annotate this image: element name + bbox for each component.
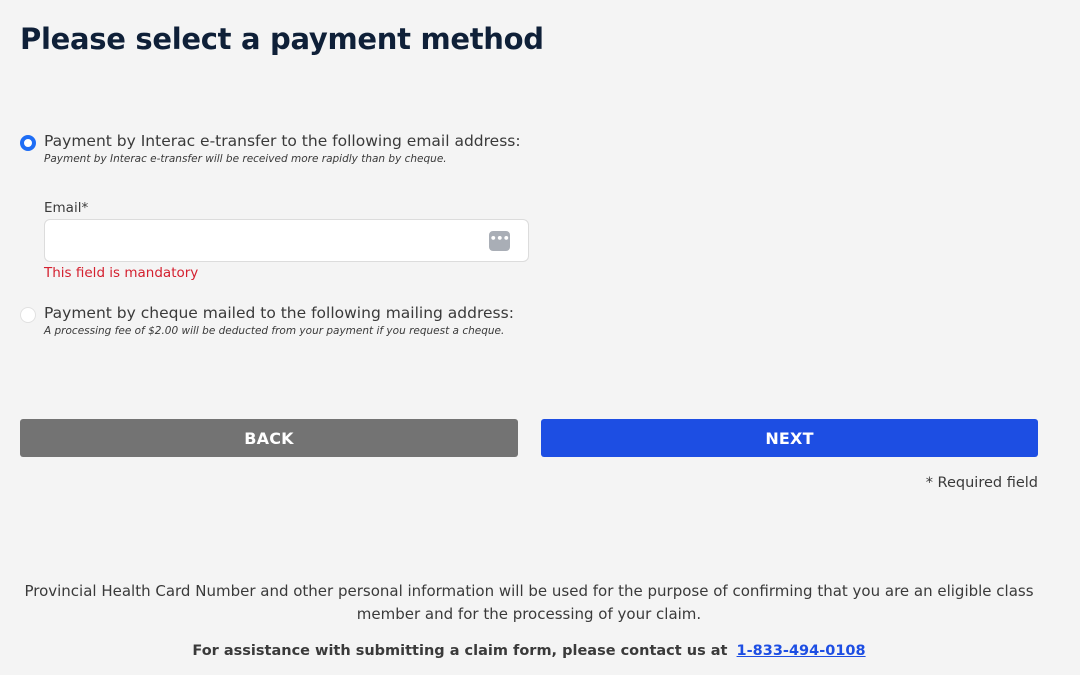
interac-radio[interactable]: [20, 135, 36, 151]
assistance-line: For assistance with submitting a claim f…: [0, 643, 1058, 659]
email-error-message: This field is mandatory: [44, 265, 199, 281]
required-field-note: * Required field: [925, 475, 1038, 491]
autofill-menu-icon[interactable]: •••: [489, 231, 510, 251]
cheque-radio[interactable]: [20, 307, 36, 323]
email-input[interactable]: [45, 220, 499, 261]
interac-option-label[interactable]: Payment by Interac e-transfer to the fol…: [44, 132, 521, 150]
cheque-option-note: A processing fee of $2.00 will be deduct…: [44, 325, 505, 337]
next-button[interactable]: NEXT: [541, 419, 1038, 457]
phone-link[interactable]: 1-833-494-0108: [737, 643, 866, 659]
interac-option-note: Payment by Interac e-transfer will be re…: [44, 153, 447, 165]
assistance-text: For assistance with submitting a claim f…: [192, 643, 728, 659]
back-button[interactable]: BACK: [20, 419, 518, 457]
cheque-option-label[interactable]: Payment by cheque mailed to the followin…: [44, 304, 514, 322]
page-title: Please select a payment method: [20, 22, 544, 56]
privacy-notice: Provincial Health Card Number and other …: [24, 582, 1034, 623]
email-field[interactable]: •••: [44, 219, 529, 262]
email-label: Email*: [44, 200, 89, 216]
